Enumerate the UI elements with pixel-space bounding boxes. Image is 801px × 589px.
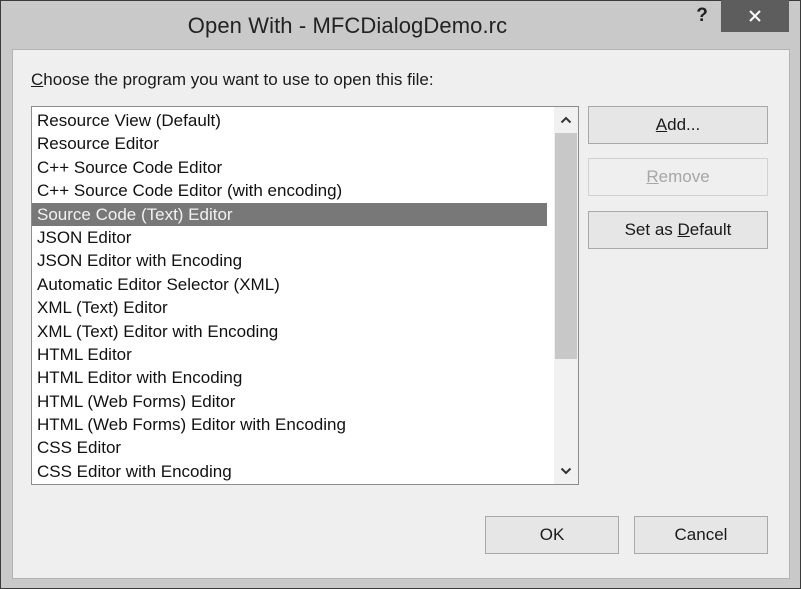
scroll-up-button[interactable]: [554, 107, 578, 133]
help-button[interactable]: ?: [690, 2, 714, 30]
scrollbar[interactable]: [554, 107, 578, 484]
add-label: dd...: [667, 115, 701, 134]
list-item[interactable]: Resource View (Default): [32, 109, 547, 132]
list-item[interactable]: JSON Editor: [32, 226, 547, 249]
set-default-accelerator: D: [677, 220, 690, 239]
cancel-button[interactable]: Cancel: [634, 516, 768, 554]
add-accelerator: A: [655, 115, 668, 134]
remove-accelerator: R: [646, 167, 659, 186]
list-item[interactable]: JSON Editor with Encoding: [32, 249, 547, 272]
chevron-up-icon: [560, 116, 572, 124]
dialog-title-text: Open With - MFCDialogDemo.rc: [187, 13, 508, 38]
list-item[interactable]: HTML (Web Forms) Editor with Encoding: [32, 413, 547, 436]
list-item[interactable]: CSS Editor: [32, 436, 547, 459]
list-item[interactable]: XML (Text) Editor with Encoding: [32, 320, 547, 343]
remove-label: emove: [658, 167, 710, 186]
list-item[interactable]: C++ Source Code Editor (with encoding): [32, 179, 547, 202]
ok-label: OK: [539, 525, 565, 544]
add-button[interactable]: Add...: [588, 106, 768, 144]
program-listbox[interactable]: Resource View (Default) Resource Editor C+…: [31, 106, 579, 485]
ok-button[interactable]: OK: [485, 516, 619, 554]
dialog-title: Open With - MFCDialogDemo.rc: [0, 0, 801, 49]
list-item[interactable]: HTML Editor: [32, 343, 547, 366]
program-list: Resource View (Default) Resource Editor C+…: [32, 109, 547, 483]
set-default-label-pre: Set as: [624, 220, 678, 239]
prompt-label: Choose the program you want to use to op…: [31, 70, 434, 90]
set-default-label-rest: efault: [689, 220, 732, 239]
list-item[interactable]: C++ Source Code Editor: [32, 156, 547, 179]
scroll-thumb[interactable]: [555, 133, 577, 360]
remove-button[interactable]: Remove: [588, 158, 768, 196]
list-item[interactable]: Automatic Editor Selector (XML): [32, 273, 547, 296]
list-item[interactable]: HTML (Web Forms) Editor: [32, 390, 547, 413]
close-icon: [749, 10, 761, 22]
list-item[interactable]: Resource Editor: [32, 132, 547, 155]
cancel-label: Cancel: [674, 525, 728, 544]
prompt-accelerator: C: [31, 70, 44, 89]
help-icon: ?: [696, 5, 708, 26]
scroll-down-button[interactable]: [554, 458, 578, 484]
list-item[interactable]: XML (Text) Editor: [32, 296, 547, 319]
list-item[interactable]: HTML Editor with Encoding: [32, 366, 547, 389]
set-as-default-button[interactable]: Set as Default: [588, 211, 768, 249]
prompt-text: hoose the program you want to use to ope…: [43, 70, 434, 89]
list-item-selected[interactable]: Source Code (Text) Editor: [32, 202, 547, 226]
close-button[interactable]: [721, 0, 789, 32]
chevron-down-icon: [560, 467, 572, 475]
list-item[interactable]: CSS Editor with Encoding: [32, 460, 547, 483]
